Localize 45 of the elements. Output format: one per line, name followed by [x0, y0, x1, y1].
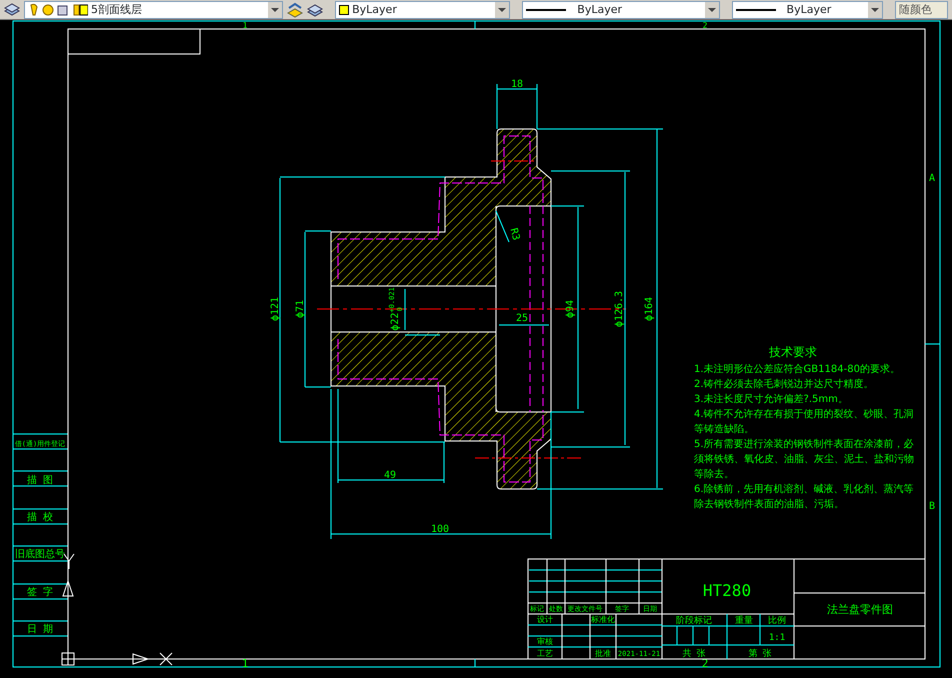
- dimension-label: 18: [510, 79, 524, 90]
- layer-dropdown[interactable]: 5剖面线层: [24, 0, 284, 18]
- dimension-label: ϕ94: [565, 300, 576, 318]
- linetype-dropdown[interactable]: ByLayer: [522, 0, 720, 18]
- column-label: 旧底图总号: [15, 549, 65, 560]
- drawing-title: 法兰盘零件图: [827, 603, 893, 616]
- sheet-label: 共 张: [682, 649, 706, 659]
- dimension-label: ϕ121: [270, 296, 281, 322]
- requirement-text: 1.未注明形位公差应符合GB1184-80的要求。: [694, 362, 901, 377]
- material-text: HT280: [702, 581, 752, 600]
- stage-label: 比例: [768, 616, 786, 626]
- column-label: 描 校: [26, 512, 54, 523]
- signoff-label: 批准: [595, 649, 611, 658]
- requirement-text: 2.铸件必须去除毛刺锐边并达尺寸精度。: [694, 378, 875, 392]
- scale-text: 1:1: [768, 633, 786, 643]
- stage-label: 重量: [735, 616, 753, 626]
- requirement-text: 5.所有需要进行涂装的钢铁制件表面在涂漆前，必须将铁锈、氧化皮、油脂、灰尘、泥土、盐和污物等除去。: [694, 438, 915, 482]
- stage-label: 阶段标记: [676, 616, 712, 626]
- lineweight-dropdown[interactable]: ByLayer: [732, 0, 884, 18]
- dimension-label: ϕ71: [295, 300, 306, 318]
- signoff-label: 标准化: [591, 615, 615, 624]
- zone-label: A: [928, 173, 936, 184]
- column-label: 日 期: [26, 624, 54, 635]
- dimension-label: ϕ126.3: [614, 290, 625, 328]
- zone-label: 1: [242, 21, 248, 30]
- dimension-label: 100: [430, 524, 450, 535]
- dimension-label: ϕ164: [644, 296, 655, 322]
- signoff-label: 工艺: [537, 649, 553, 658]
- column-label: 签 字: [26, 587, 54, 598]
- color-dropdown[interactable]: ByLayer: [335, 0, 510, 18]
- zone-label: B: [928, 501, 936, 512]
- requirement-text: 3.未注长度尺寸允许偏差?.5mm。: [694, 392, 849, 407]
- dimension-label: R3: [508, 227, 522, 242]
- sheet-label: 第 张: [748, 649, 772, 659]
- dimension-label: 25: [516, 313, 528, 324]
- requirement-text: 4.铸件不允许存在有损于使用的裂纹、砂眼、孔洞等铸造缺陷。: [694, 408, 915, 437]
- signoff-label: 审核: [537, 637, 553, 646]
- requirement-text: 6.除锈前，先用有机溶剂、碱液、乳化剂、蒸汽等除去钢铁制件表面的油脂、污垢。: [694, 482, 915, 512]
- zone-label: 2: [702, 21, 708, 30]
- zone-label: 1: [242, 657, 248, 670]
- signoff-label: 设计: [537, 615, 553, 624]
- requirements-title: 技术要求: [769, 345, 817, 359]
- column-label: 描 图: [26, 475, 54, 486]
- plot-style-dropdown[interactable]: 随颜色: [895, 0, 948, 18]
- dimension-label: 49: [384, 470, 396, 481]
